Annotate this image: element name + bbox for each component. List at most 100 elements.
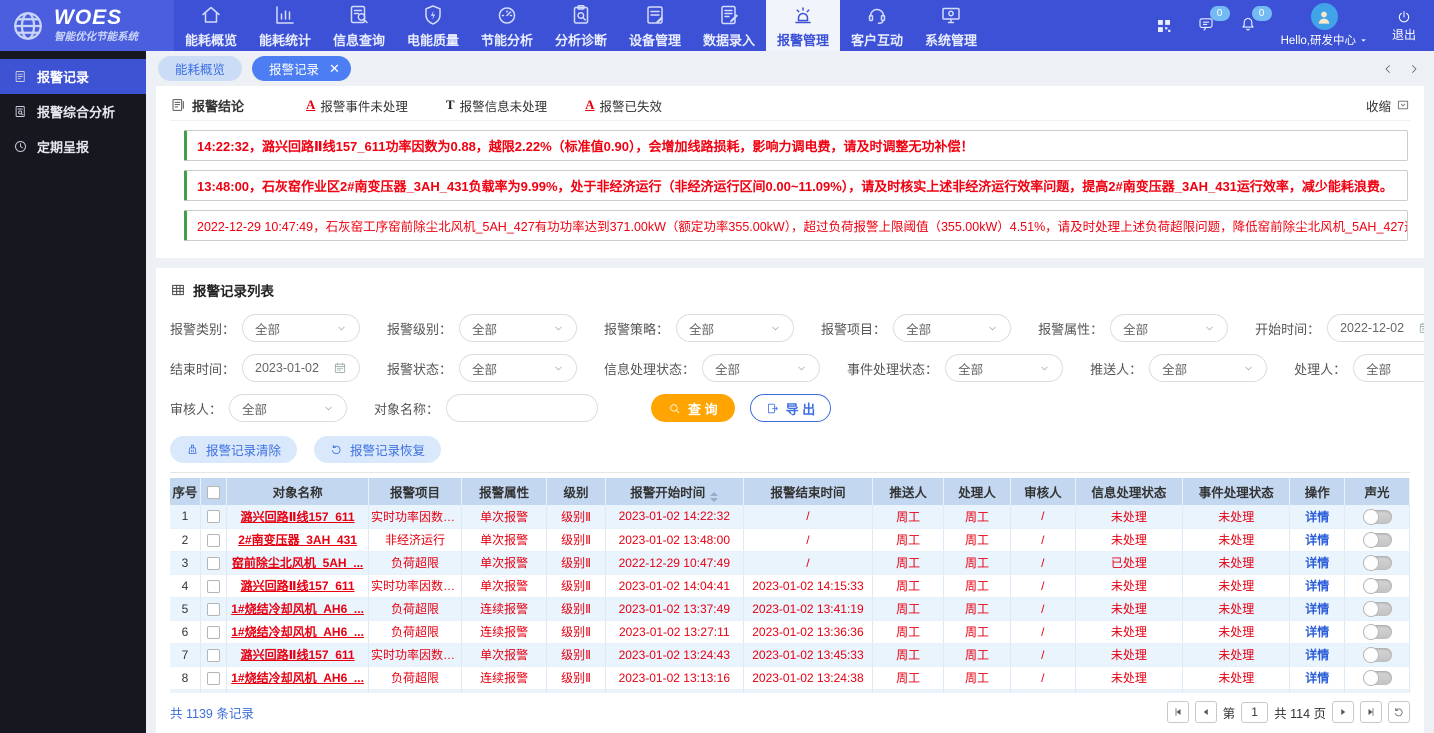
filter-label: 处理人： — [1294, 359, 1346, 378]
event-process-status-select[interactable]: 全部 — [945, 354, 1063, 382]
alarm-project-select[interactable]: 全部 — [893, 314, 1011, 342]
cell-checkbox — [200, 597, 226, 620]
prev-page-button[interactable] — [1195, 701, 1217, 723]
sidebar-item-periodic[interactable]: 定期呈报 — [0, 129, 146, 164]
nav-item-energy-analysis[interactable]: 节能分析 — [470, 0, 544, 51]
messages-button[interactable]: 0 — [1197, 15, 1215, 36]
close-icon[interactable]: ✕ — [329, 62, 340, 75]
object-name-link[interactable]: 1#烧结冷却风机_AH6_... — [231, 625, 364, 639]
nav-item-alarm[interactable]: 报警管理 — [766, 0, 840, 51]
nav-item-diagnosis[interactable]: 分析诊断 — [544, 0, 618, 51]
qrcode-icon[interactable] — [1155, 17, 1173, 35]
object-name-link[interactable]: 潞兴回路Ⅱ线157_611 — [241, 648, 355, 662]
cell-auditor: / — [1010, 551, 1075, 574]
detail-link[interactable]: 详情 — [1305, 648, 1329, 662]
alarm-status-select[interactable]: 全部 — [459, 354, 577, 382]
clear-records-button[interactable]: 报警记录清除 — [170, 436, 297, 463]
detail-link[interactable]: 详情 — [1305, 579, 1329, 593]
cell-operation: 详情 — [1290, 574, 1345, 597]
object-name-link[interactable]: 1#烧结冷却风机_AH6_... — [231, 602, 364, 616]
sound-light-toggle[interactable] — [1363, 648, 1392, 662]
row-checkbox[interactable] — [207, 603, 220, 616]
filter-pusher: 推送人： 全部 — [1090, 354, 1267, 382]
sound-light-toggle[interactable] — [1363, 625, 1392, 639]
handler-select[interactable]: 全部 — [1353, 354, 1424, 382]
chevron-left-icon[interactable] — [1382, 63, 1394, 75]
page-input[interactable] — [1241, 702, 1268, 723]
alarm-level-select[interactable]: 全部 — [459, 314, 577, 342]
object-name-link[interactable]: 窑前除尘北风机_5AH_... — [232, 556, 363, 570]
nav-item-system[interactable]: 系统管理 — [914, 0, 988, 51]
legend-item-2[interactable]: A 报警已失效 — [585, 96, 662, 115]
nav-item-data-entry[interactable]: 数据录入 — [692, 0, 766, 51]
detail-link[interactable]: 详情 — [1305, 625, 1329, 639]
nav-item-power-quality[interactable]: 电能质量 — [396, 0, 470, 51]
row-checkbox[interactable] — [207, 672, 220, 685]
nav-item-stats[interactable]: 能耗统计 — [248, 0, 322, 51]
brand-logo[interactable]: WOES 智能优化节能系统 — [0, 0, 174, 51]
last-page-button[interactable] — [1360, 701, 1382, 723]
object-name-link[interactable]: 潞兴回路Ⅱ线157_611 — [241, 579, 355, 593]
cell-checkbox — [200, 551, 226, 574]
object-name-link[interactable]: 潞兴回路Ⅱ线157_611 — [241, 510, 355, 524]
first-page-button[interactable] — [1167, 701, 1189, 723]
sound-light-toggle[interactable] — [1363, 579, 1392, 593]
start-time-date-picker[interactable]: 2022-12-02 — [1327, 314, 1424, 342]
user-menu[interactable]: Hello,研发中心 — [1281, 3, 1368, 48]
row-checkbox[interactable] — [207, 534, 220, 547]
object-name-link[interactable]: 1#烧结冷却风机_AH6_... — [231, 671, 364, 685]
detail-link[interactable]: 详情 — [1305, 510, 1329, 524]
row-checkbox[interactable] — [207, 510, 220, 523]
legend-item-1[interactable]: T 报警信息未处理 — [446, 96, 547, 115]
cell-end-time: 2023-01-02 13:12:56 — [743, 689, 873, 693]
tab-1[interactable]: 报警记录 ✕ — [252, 56, 351, 81]
nav-item-home[interactable]: 能耗概览 — [174, 0, 248, 51]
cell-pusher: 周工 — [873, 643, 944, 666]
end-time-date-picker[interactable]: 2023-01-02 — [242, 354, 360, 382]
sidebar-item-record[interactable]: 报警记录 — [0, 59, 146, 94]
export-button[interactable]: 导 出 — [750, 394, 832, 422]
info-process-status-select[interactable]: 全部 — [702, 354, 820, 382]
pusher-select[interactable]: 全部 — [1149, 354, 1267, 382]
next-page-button[interactable] — [1332, 701, 1354, 723]
notifications-button[interactable]: 0 — [1239, 15, 1257, 36]
cell-operation: 详情 — [1290, 689, 1345, 693]
object-name-input[interactable] — [459, 401, 585, 415]
sound-light-toggle[interactable] — [1363, 671, 1392, 685]
search-button[interactable]: 查 询 — [651, 394, 735, 422]
sound-light-toggle[interactable] — [1363, 602, 1392, 616]
sound-light-toggle[interactable] — [1363, 533, 1392, 547]
date-value: 2022-12-02 — [1340, 321, 1404, 335]
sound-light-toggle[interactable] — [1363, 556, 1392, 570]
nav-item-customer[interactable]: 客户互动 — [840, 0, 914, 51]
detail-link[interactable]: 详情 — [1305, 671, 1329, 685]
nav-item-device[interactable]: 设备管理 — [618, 0, 692, 51]
object-name-link[interactable]: 2#南变压器_3AH_431 — [238, 533, 357, 547]
date-value: 2023-01-02 — [255, 361, 319, 375]
toggle-knob — [1363, 509, 1379, 525]
row-checkbox[interactable] — [207, 580, 220, 593]
sort-icon[interactable] — [710, 492, 718, 502]
restore-records-button[interactable]: 报警记录恢复 — [314, 436, 441, 463]
logout-button[interactable]: 退出 — [1392, 9, 1416, 43]
refresh-button[interactable] — [1388, 701, 1410, 723]
auditor-select[interactable]: 全部 — [229, 394, 347, 422]
alarm-category-select[interactable]: 全部 — [242, 314, 360, 342]
tab-0[interactable]: 能耗概览 — [158, 56, 242, 81]
detail-link[interactable]: 详情 — [1305, 533, 1329, 547]
sidebar-item-combo-analysis[interactable]: 报警综合分析 — [0, 94, 146, 129]
alarm-strategy-select[interactable]: 全部 — [676, 314, 794, 342]
alarm-attribute-select[interactable]: 全部 — [1110, 314, 1228, 342]
detail-link[interactable]: 详情 — [1305, 556, 1329, 570]
row-checkbox[interactable] — [207, 649, 220, 662]
row-checkbox[interactable] — [207, 557, 220, 570]
select-all-checkbox[interactable] — [207, 486, 220, 499]
sound-light-toggle[interactable] — [1363, 510, 1392, 524]
col-sound-light: 声光 — [1345, 478, 1410, 505]
legend-item-0[interactable]: A 报警事件未处理 — [306, 96, 408, 115]
nav-item-info-search[interactable]: 信息查询 — [322, 0, 396, 51]
chevron-right-icon[interactable] — [1408, 63, 1420, 75]
collapse-button[interactable]: 收缩 — [1366, 96, 1410, 115]
row-checkbox[interactable] — [207, 626, 220, 639]
detail-link[interactable]: 详情 — [1305, 602, 1329, 616]
